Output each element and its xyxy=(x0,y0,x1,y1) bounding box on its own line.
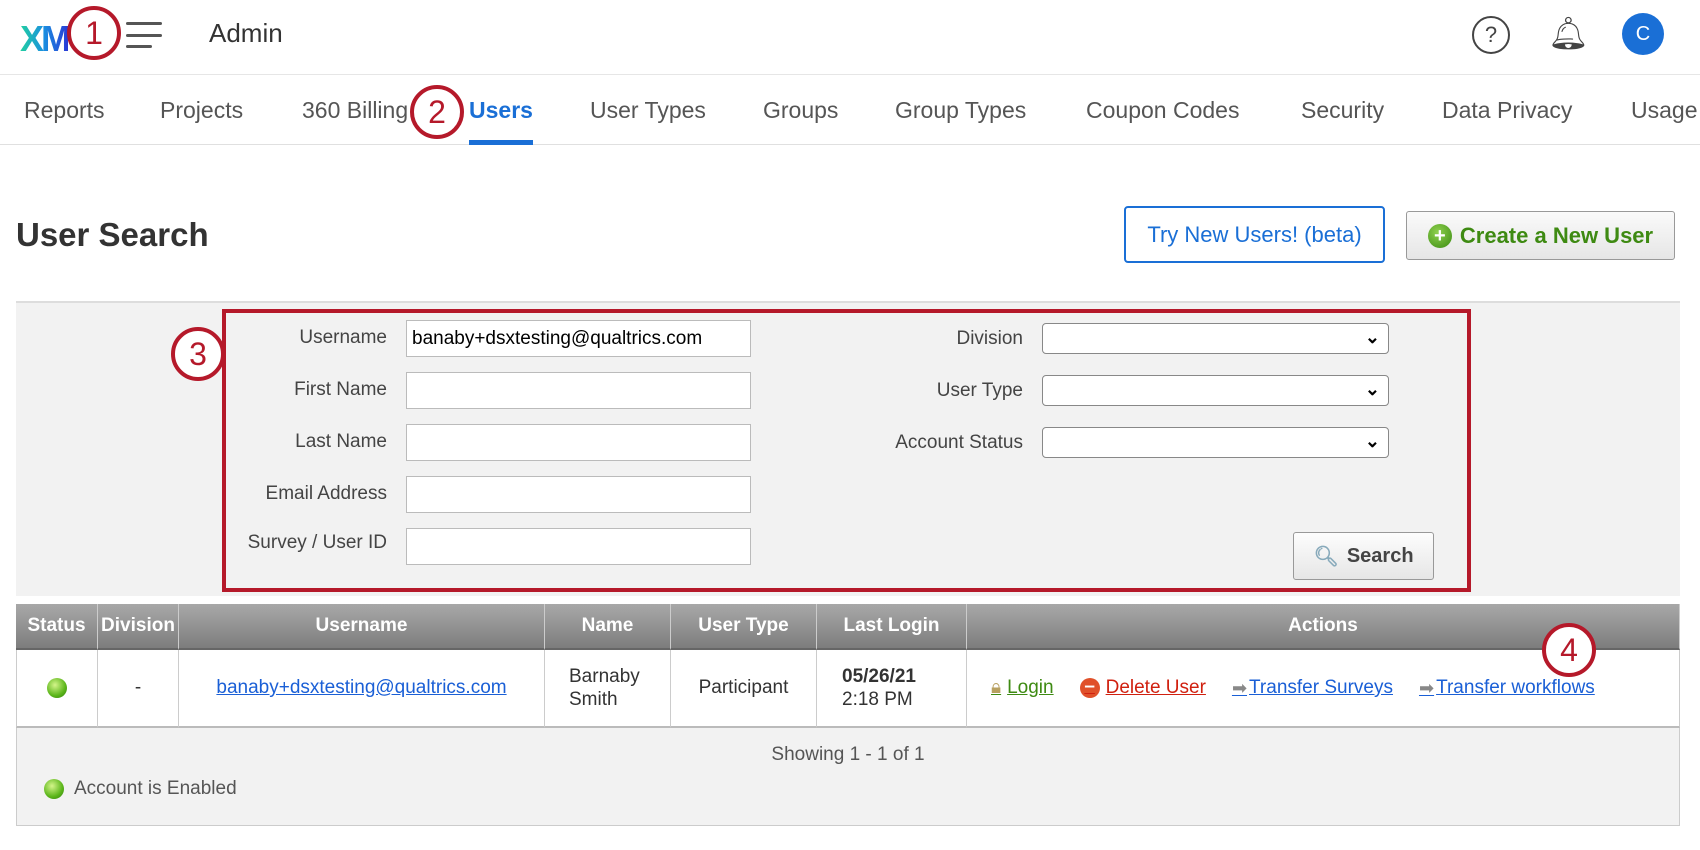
last-login-date: 05/26/21 xyxy=(842,666,916,687)
column-header-status: Status xyxy=(16,604,98,650)
xm-logo[interactable]: XM xyxy=(20,18,71,60)
create-user-button[interactable]: + Create a New User xyxy=(1406,211,1675,260)
login-link[interactable]: 🔒︎ Login xyxy=(991,677,1054,699)
tab-groups[interactable]: Groups xyxy=(763,97,838,145)
create-user-label: Create a New User xyxy=(1459,222,1654,248)
username-cell: banaby+dsxtesting@qualtrics.com xyxy=(179,650,545,728)
arrow-right-icon: ➡ xyxy=(1231,677,1248,698)
help-icon[interactable]: ? xyxy=(1472,16,1510,54)
user-type-label: User Type xyxy=(936,380,1023,401)
division-label: Division xyxy=(956,328,1023,349)
tab-projects[interactable]: Projects xyxy=(160,97,243,145)
delete-user-label: Delete User xyxy=(1105,677,1206,698)
status-legend: Account is Enabled xyxy=(44,778,237,800)
chevron-down-icon: ⌄ xyxy=(1364,431,1380,451)
column-header-division: Division xyxy=(98,604,179,650)
tab-group-types[interactable]: Group Types xyxy=(895,97,1026,145)
search-button-label: Search xyxy=(1346,544,1414,567)
last-login-time: 2:18 PM xyxy=(842,689,913,710)
page-title: User Search xyxy=(16,216,209,253)
search-button[interactable]: 🔍︎ Search xyxy=(1293,532,1434,580)
user-type-select[interactable]: ⌄ xyxy=(1042,375,1389,406)
username-input[interactable] xyxy=(406,320,751,357)
delete-icon: – xyxy=(1079,677,1100,698)
status-enabled-icon xyxy=(47,678,67,698)
username-label: Username xyxy=(299,327,387,348)
annotation-marker: 3 xyxy=(171,327,225,381)
plus-icon: + xyxy=(1427,223,1452,248)
column-header-last-login: Last Login xyxy=(817,604,967,650)
status-enabled-icon xyxy=(44,779,64,799)
first-name-input[interactable] xyxy=(406,372,751,409)
tab-data-privacy[interactable]: Data Privacy xyxy=(1442,97,1572,145)
account-status-select[interactable]: ⌄ xyxy=(1042,427,1389,458)
annotation-marker: 4 xyxy=(1542,623,1596,677)
legend-label: Account is Enabled xyxy=(74,778,237,799)
last-name-label: Last Name xyxy=(295,431,387,452)
column-header-user-type: User Type xyxy=(671,604,817,650)
email-label: Email Address xyxy=(265,483,387,504)
tab-user-types[interactable]: User Types xyxy=(590,97,706,145)
delete-user-link[interactable]: – Delete User xyxy=(1079,677,1206,699)
try-new-users-button[interactable]: Try New Users! (beta) xyxy=(1124,206,1385,263)
login-label: Login xyxy=(1007,677,1054,698)
name-cell: Barnaby Smith xyxy=(545,650,671,728)
magnifier-icon: 🔍︎ xyxy=(1313,545,1339,568)
last-name-input[interactable] xyxy=(406,424,751,461)
app-title: Admin xyxy=(209,18,283,48)
annotation-marker: 2 xyxy=(410,85,464,139)
transfer-surveys-label: Transfer Surveys xyxy=(1249,677,1393,698)
division-select[interactable]: ⌄ xyxy=(1042,323,1389,354)
top-header: XM Admin ? 🔔︎ C xyxy=(0,0,1700,75)
column-header-username: Username xyxy=(179,604,545,650)
tab-users[interactable]: Users xyxy=(469,97,533,145)
last-name: Smith xyxy=(569,689,618,710)
lock-icon: 🔒︎ xyxy=(991,677,1002,698)
tab-reports[interactable]: Reports xyxy=(24,97,105,145)
arrow-right-icon: ➡ xyxy=(1418,677,1435,698)
transfer-workflows-label: Transfer workflows xyxy=(1436,677,1595,698)
bell-icon[interactable]: 🔔︎ xyxy=(1548,14,1589,52)
column-header-name: Name xyxy=(545,604,671,650)
division-cell: - xyxy=(98,650,179,728)
tab-security[interactable]: Security xyxy=(1301,97,1384,145)
menu-icon[interactable] xyxy=(126,22,162,48)
tab-coupon-codes[interactable]: Coupon Codes xyxy=(1086,97,1239,145)
table-footer: Showing 1 - 1 of 1 Account is Enabled xyxy=(16,728,1680,826)
chevron-down-icon: ⌄ xyxy=(1364,379,1380,399)
pagination-summary: Showing 1 - 1 of 1 xyxy=(771,744,925,765)
admin-nav-tabs: Reports Projects 360 Billing Users User … xyxy=(0,75,1700,145)
chevron-down-icon: ⌄ xyxy=(1364,327,1380,347)
tab-360-billing[interactable]: 360 Billing xyxy=(302,97,408,145)
last-login-cell: 05/26/21 2:18 PM xyxy=(817,650,967,728)
transfer-surveys-link[interactable]: ➡ Transfer Surveys xyxy=(1232,677,1393,699)
survey-id-label: Survey / User ID xyxy=(247,532,387,553)
avatar[interactable]: C xyxy=(1622,13,1664,55)
user-type-cell: Participant xyxy=(671,650,817,728)
transfer-workflows-link[interactable]: ➡ Transfer workflows xyxy=(1419,677,1595,699)
survey-id-input[interactable] xyxy=(406,528,751,565)
email-input[interactable] xyxy=(406,476,751,513)
tab-usage[interactable]: Usage xyxy=(1631,97,1697,145)
first-name-label: First Name xyxy=(294,379,387,400)
annotation-marker: 1 xyxy=(67,6,121,60)
username-link[interactable]: banaby+dsxtesting@qualtrics.com xyxy=(216,677,506,699)
account-status-label: Account Status xyxy=(895,432,1023,453)
first-name: Barnaby xyxy=(569,666,640,687)
status-cell xyxy=(16,650,98,728)
